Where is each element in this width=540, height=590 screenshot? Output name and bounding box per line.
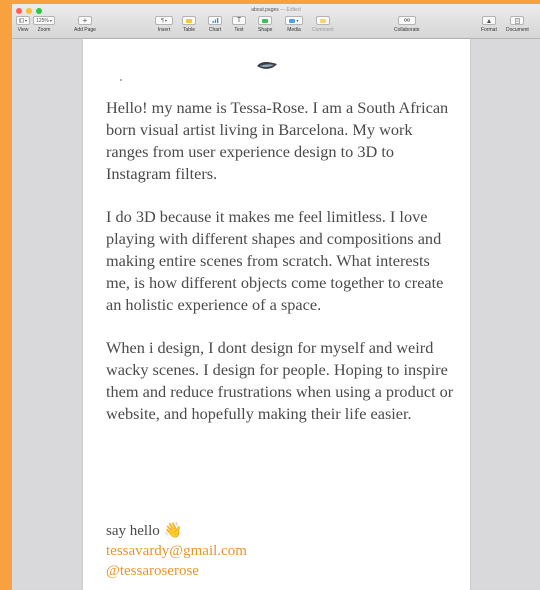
- chevron-down-icon: ▾: [24, 18, 27, 23]
- document-page[interactable]: Hello! my name is Tessa-Rose. I am a Sou…: [83, 39, 470, 590]
- toolbar: about.pages — Edited ▾ View 125% ▾ Zoom …: [12, 4, 540, 39]
- text-button[interactable]: T Text: [232, 16, 246, 33]
- comment-label: Comment: [312, 27, 334, 33]
- social-handle-link[interactable]: @tessaroserose: [106, 561, 247, 581]
- lips-logo-icon: [257, 61, 277, 69]
- collaborate-label: Collaborate: [394, 27, 420, 33]
- paintbrush-icon: [486, 18, 491, 23]
- paragraph-icon: ¶: [161, 17, 164, 24]
- insert-label: Insert: [157, 27, 171, 33]
- document-name: about.pages: [251, 7, 279, 13]
- contact-block: say hello 👋 tessavardy@gmail.com @tessar…: [106, 521, 247, 581]
- add-page-label: Add Page: [74, 27, 96, 33]
- chart-label: Chart: [208, 27, 222, 33]
- document-canvas[interactable]: Hello! my name is Tessa-Rose. I am a Sou…: [12, 39, 540, 590]
- zoom-label: Zoom: [37, 27, 51, 33]
- paragraph-intro: Hello! my name is Tessa-Rose. I am a Sou…: [106, 98, 449, 183]
- text-box-icon: T: [236, 17, 242, 24]
- document-label: Document: [506, 27, 529, 33]
- say-hello-line: say hello 👋: [106, 521, 247, 541]
- comment-button[interactable]: Comment: [312, 16, 334, 33]
- waving-hand-icon: 👋: [163, 523, 183, 539]
- table-icon: [186, 18, 192, 23]
- plus-icon: +: [82, 16, 88, 25]
- pages-window: about.pages — Edited ▾ View 125% ▾ Zoom …: [12, 4, 540, 590]
- add-page-button[interactable]: + Add Page: [74, 16, 96, 33]
- shape-label: Shape: [258, 27, 273, 33]
- say-hello-text: say hello: [106, 523, 160, 539]
- chart-icon: [212, 18, 218, 23]
- shape-button[interactable]: Shape: [258, 16, 272, 33]
- media-button[interactable]: ▾ Media: [285, 16, 303, 33]
- email-link[interactable]: tessavardy@gmail.com: [106, 541, 247, 561]
- table-button[interactable]: Table: [182, 16, 196, 33]
- shape-icon: [262, 18, 269, 23]
- decorative-dot: [120, 79, 122, 81]
- comment-icon: [319, 18, 326, 23]
- document-body[interactable]: Hello! my name is Tessa-Rose. I am a Sou…: [106, 97, 456, 446]
- view-label: View: [17, 27, 29, 33]
- text-label: Text: [234, 27, 244, 33]
- format-label: Format: [481, 27, 497, 33]
- media-label: Media: [287, 27, 301, 33]
- collaborate-button[interactable]: Collaborate: [394, 16, 420, 33]
- chevron-down-icon: ▾: [49, 18, 52, 23]
- edited-status: — Edited: [280, 7, 301, 13]
- collaborate-icon: [403, 18, 410, 22]
- document-icon: [515, 17, 520, 24]
- insert-button[interactable]: ¶ ▾ Insert: [155, 16, 173, 33]
- media-icon: [289, 18, 296, 23]
- table-label: Table: [183, 27, 195, 33]
- chevron-down-icon: ▾: [164, 18, 167, 23]
- document-button[interactable]: Document: [506, 16, 529, 33]
- view-button[interactable]: ▾ View: [16, 16, 30, 33]
- zoom-value: 125%: [36, 17, 49, 24]
- sidebar-icon: [19, 18, 24, 23]
- zoom-select[interactable]: 125% ▾ Zoom: [33, 16, 55, 33]
- paragraph-3d: I do 3D because it makes me feel limitle…: [106, 207, 444, 314]
- paragraph-design: When i design, I dont design for myself …: [106, 338, 454, 423]
- window-title: about.pages — Edited: [12, 7, 540, 13]
- chart-button[interactable]: Chart: [208, 16, 222, 33]
- chevron-down-icon: ▾: [296, 18, 299, 23]
- format-button[interactable]: Format: [481, 16, 497, 33]
